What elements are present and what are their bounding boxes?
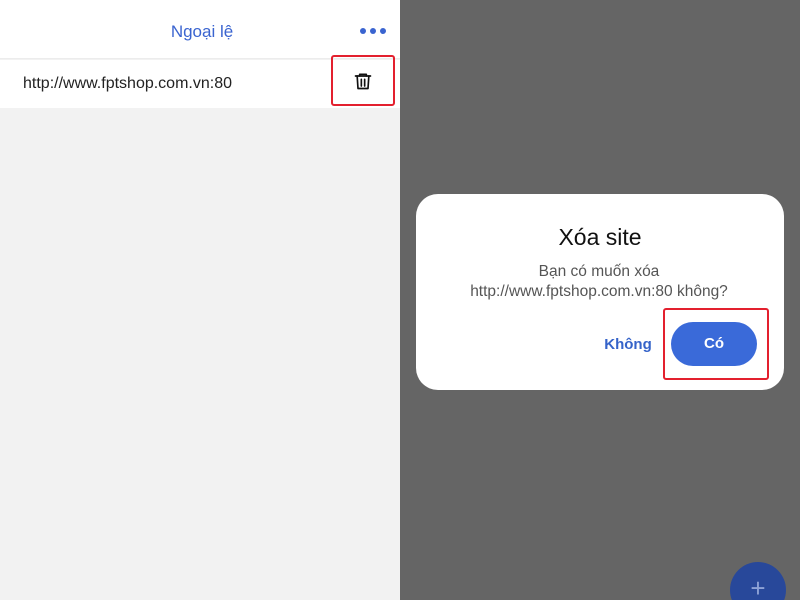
more-options-icon[interactable]: [360, 24, 386, 38]
delete-site-dialog: Xóa site Bạn có muốn xóa http://www.fpts…: [416, 194, 784, 390]
exceptions-panel: Ngoại lệ http://www.fptshop.com.vn:80: [0, 0, 400, 600]
trash-icon: [354, 73, 372, 89]
plus-icon: +: [750, 573, 766, 600]
more-dot: [380, 28, 386, 34]
add-site-button[interactable]: +: [730, 562, 786, 600]
dimmed-overlay[interactable]: + Xóa site Bạn có muốn xóa http://www.fp…: [400, 0, 800, 600]
more-dot: [360, 28, 366, 34]
dialog-message: Bạn có muốn xóa http://www.fptshop.com.v…: [470, 263, 728, 300]
exceptions-header: Ngoại lệ: [0, 0, 400, 59]
exception-url: http://www.fptshop.com.vn:80: [23, 75, 232, 92]
more-dot: [370, 28, 376, 34]
page-title: Ngoại lệ: [170, 22, 234, 41]
dialog-title: Xóa site: [558, 224, 642, 250]
cancel-button[interactable]: Không: [604, 334, 652, 356]
delete-button[interactable]: [331, 55, 395, 106]
confirm-button[interactable]: Có: [671, 322, 757, 366]
